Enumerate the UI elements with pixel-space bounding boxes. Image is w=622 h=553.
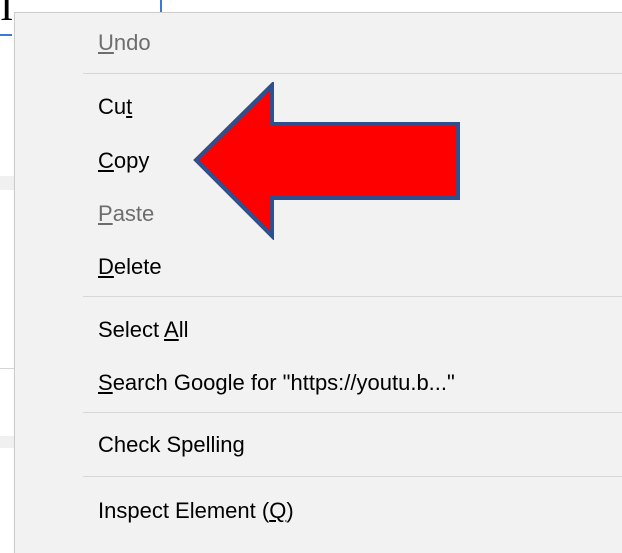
page-divider: [0, 368, 14, 369]
menu-separator: [83, 476, 622, 477]
menu-item-inspect-element[interactable]: Inspect Element (Q): [98, 493, 294, 529]
page-background: [0, 0, 12, 540]
menu-item-check-spelling[interactable]: Check Spelling: [98, 427, 245, 463]
selection-edge-left: [0, 34, 12, 36]
menu-item-paste[interactable]: Paste: [98, 196, 154, 232]
menu-separator: [83, 412, 622, 413]
menu-item-delete[interactable]: Delete: [98, 249, 162, 285]
menu-item-copy[interactable]: Copy: [98, 143, 149, 179]
red-arrow-shape: [193, 82, 460, 240]
red-arrow-icon: [193, 82, 460, 240]
menu-separator: [83, 296, 622, 297]
text-cursor-icon: I: [0, 0, 14, 29]
menu-item-cut[interactable]: Cut: [98, 89, 132, 125]
page-toolbar-strip: [0, 436, 14, 448]
page-toolbar-strip: [0, 176, 14, 190]
menu-separator: [83, 73, 622, 74]
menu-item-undo[interactable]: Undo: [98, 25, 151, 61]
menu-item-select-all[interactable]: Select All: [98, 312, 189, 348]
selection-edge: [160, 0, 162, 12]
menu-item-search-google[interactable]: Search Google for "https://youtu.b...": [98, 365, 455, 401]
